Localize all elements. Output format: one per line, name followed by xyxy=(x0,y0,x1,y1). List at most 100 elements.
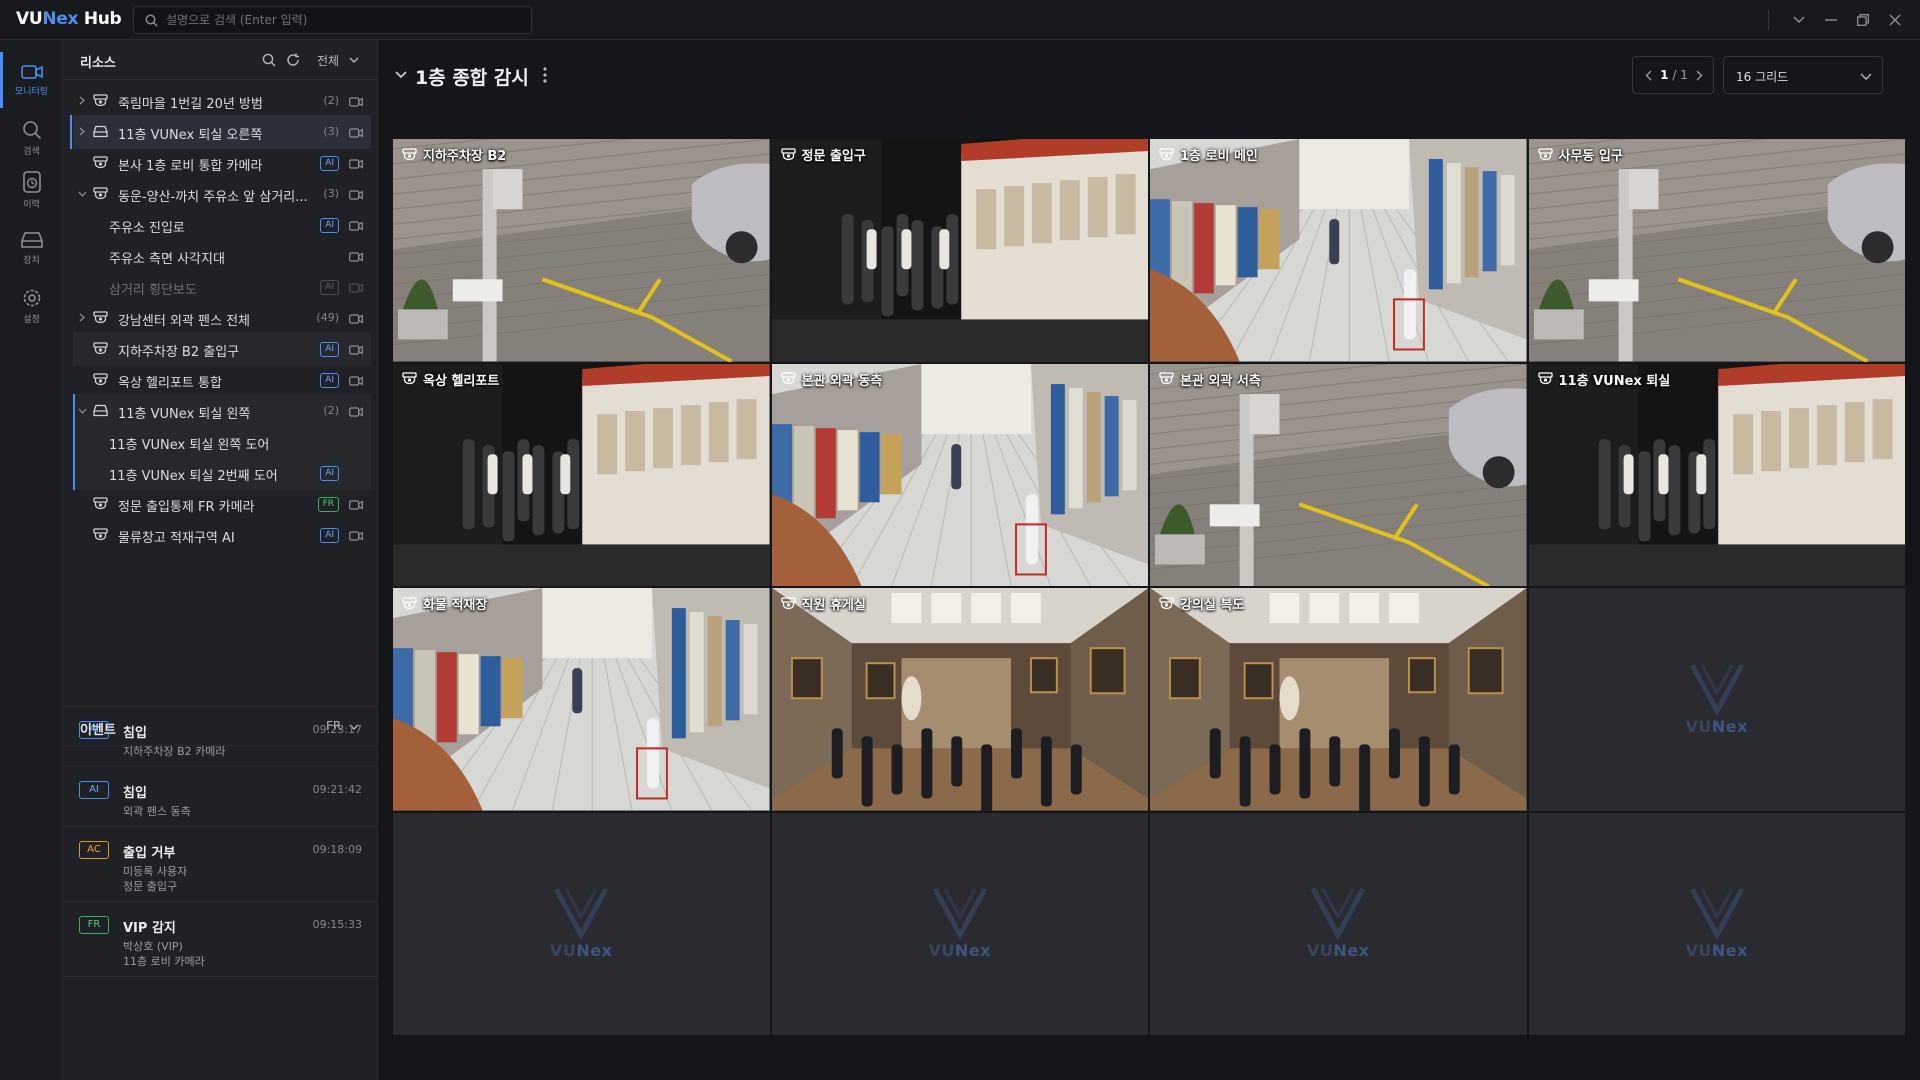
chevron-right-icon[interactable] xyxy=(79,127,85,136)
video-camera-icon[interactable] xyxy=(349,376,363,386)
search-box[interactable] xyxy=(133,6,532,34)
nav-settings[interactable]: 설정 xyxy=(0,278,63,334)
refresh-icon[interactable] xyxy=(286,53,300,67)
nav-device[interactable]: 장치 xyxy=(0,220,63,276)
resource-item[interactable]: 옥상 헬리포트 통합 AI xyxy=(73,363,371,397)
event-item[interactable]: AI 침입 09:21:42 외곽 펜스 동측 xyxy=(63,767,378,827)
camera-tile[interactable]: 본관 외곽 서측 xyxy=(1150,363,1527,586)
chevron-down-icon[interactable] xyxy=(395,71,407,79)
video-camera-icon[interactable] xyxy=(349,345,363,355)
camera-grid: 지하주차장 B2 정문 출입구 1층 로비 메인 사무동 입구 옥상 헬리포트 … xyxy=(393,139,1905,1035)
resource-item[interactable]: 삼거리 횡단보도 AI xyxy=(73,270,371,304)
camera-toggle[interactable] xyxy=(349,158,363,173)
cctv-icon xyxy=(93,373,108,386)
video-camera-icon[interactable] xyxy=(349,283,363,293)
video-camera-icon[interactable] xyxy=(349,500,363,510)
video-camera-icon[interactable] xyxy=(349,221,363,231)
search-icon[interactable] xyxy=(262,53,276,67)
camera-tile[interactable]: 사무동 입구 xyxy=(1528,139,1905,362)
resource-item[interactable]: 11층 VUNex 퇴실 2번째 도어 AI xyxy=(73,456,371,490)
vunex-watermark: VUNex xyxy=(1307,887,1369,960)
close-icon[interactable] xyxy=(1879,0,1911,40)
vunex-logo-icon xyxy=(554,888,609,940)
resource-item-label: 동운-양산-까치 주유소 앞 삼거리... xyxy=(118,190,308,205)
empty-camera-slot[interactable]: VUNex xyxy=(1150,812,1527,1035)
video-camera-icon[interactable] xyxy=(349,314,363,324)
video-camera-icon[interactable] xyxy=(349,190,363,200)
resource-item[interactable]: 11층 VUNex 퇴실 오른쪽 (3) xyxy=(70,115,371,149)
video-camera-icon[interactable] xyxy=(349,97,363,107)
event-item[interactable]: AI 침입 09:23:17 지하주차장 B2 카메라 xyxy=(63,707,378,767)
more-options-icon[interactable] xyxy=(543,67,547,83)
camera-tile[interactable]: 지하주차장 B2 xyxy=(393,139,770,362)
camera-toggle[interactable] xyxy=(349,251,363,266)
resource-item[interactable]: 동운-양산-까치 주유소 앞 삼거리... (3) xyxy=(73,177,371,211)
chevron-right-icon[interactable] xyxy=(79,313,85,322)
nav-search[interactable]: 검색 xyxy=(0,110,63,166)
resource-item[interactable]: 지하주차장 B2 출입구 AI xyxy=(73,332,371,366)
nav-monitoring[interactable]: 모니터링 xyxy=(0,52,63,108)
restore-icon[interactable] xyxy=(1847,0,1879,40)
cctv-icon xyxy=(1537,147,1553,160)
video-camera-icon[interactable] xyxy=(349,159,363,169)
event-title: VIP 감지 xyxy=(123,921,176,936)
camera-toggle[interactable] xyxy=(349,375,363,390)
camera-toggle[interactable] xyxy=(349,344,363,359)
chevron-down-icon[interactable] xyxy=(349,57,359,63)
nav-history[interactable]: 이력 xyxy=(0,162,63,218)
camera-toggle[interactable] xyxy=(349,530,363,545)
camera-tile[interactable]: 화물 적재장 xyxy=(393,588,770,811)
resource-item[interactable]: 물류창고 적재구역 AI AI xyxy=(73,518,371,552)
resource-item-count: (2) xyxy=(323,94,339,107)
resource-item[interactable]: 주유소 진입로 AI xyxy=(73,208,371,242)
resource-item[interactable]: 본사 1층 로비 통합 카메라 AI xyxy=(73,146,371,180)
resource-item-count: (3) xyxy=(323,125,339,138)
video-camera-icon[interactable] xyxy=(349,531,363,541)
resource-item[interactable]: 죽림마을 1번길 20년 방범 (2) xyxy=(73,84,371,118)
video-camera-icon[interactable] xyxy=(349,407,363,417)
video-camera-icon[interactable] xyxy=(349,252,363,262)
grid-layout-select[interactable]: 16 그리드 xyxy=(1723,56,1883,94)
collapse-chevron-icon[interactable] xyxy=(1783,0,1815,40)
camera-tile[interactable]: 본관 외곽 동측 xyxy=(771,363,1148,586)
event-time: 09:23:17 xyxy=(312,723,362,736)
search-input[interactable] xyxy=(166,7,526,33)
camera-tile[interactable]: 11층 VUNex 퇴실 xyxy=(1528,363,1905,586)
video-camera-icon[interactable] xyxy=(349,128,363,138)
resource-item[interactable]: 11층 VUNex 퇴실 왼쪽 (2) xyxy=(73,394,371,428)
resource-item[interactable]: 11층 VUNex 퇴실 왼쪽 도어 xyxy=(73,425,371,459)
empty-camera-slot[interactable]: VUNex xyxy=(1528,812,1905,1035)
resource-item-badge: AI xyxy=(320,156,339,171)
empty-camera-slot[interactable]: VUNex xyxy=(1528,588,1905,811)
camera-toggle[interactable] xyxy=(349,499,363,514)
chevron-right-icon[interactable] xyxy=(79,96,85,105)
resource-filter-label[interactable]: 전체 xyxy=(317,52,339,69)
camera-tile[interactable]: 옥상 헬리포트 xyxy=(393,363,770,586)
camera-tile[interactable]: 직원 휴게실 xyxy=(771,588,1148,811)
chevron-down-icon[interactable] xyxy=(78,191,87,197)
event-item[interactable]: AC 출입 거부 09:18:09 미등록 사용자 정문 출입구 xyxy=(63,827,378,902)
event-item[interactable]: FR VIP 감지 09:15:33 박상호 (VIP) 11층 로비 카메라 xyxy=(63,902,378,977)
cctv-icon xyxy=(1159,147,1174,160)
chevron-down-icon[interactable] xyxy=(78,408,87,414)
resource-item-badge: AI xyxy=(320,373,339,388)
camera-tile[interactable]: 정문 출입구 xyxy=(771,139,1148,362)
resource-item[interactable]: 주유소 측면 사각지대 xyxy=(73,239,371,273)
next-page-icon[interactable] xyxy=(1696,70,1703,81)
camera-toggle[interactable] xyxy=(349,189,363,204)
camera-tile[interactable]: 강의실 복도 xyxy=(1150,588,1527,811)
vunex-watermark: VUNex xyxy=(1686,663,1748,736)
empty-camera-slot[interactable]: VUNex xyxy=(393,812,770,1035)
camera-toggle[interactable] xyxy=(349,313,363,328)
event-detail: 11층 로비 카메라 xyxy=(123,955,205,968)
camera-toggle[interactable] xyxy=(349,96,363,111)
camera-toggle[interactable] xyxy=(349,406,363,421)
camera-tile[interactable]: 1층 로비 메인 xyxy=(1150,139,1527,362)
empty-camera-slot[interactable]: VUNex xyxy=(771,812,1148,1035)
camera-toggle[interactable] xyxy=(349,220,363,235)
camera-toggle[interactable] xyxy=(349,127,363,142)
resource-item[interactable]: 강남센터 외곽 펜스 전체 (49) xyxy=(73,301,371,335)
camera-toggle[interactable] xyxy=(349,282,363,297)
minimize-icon[interactable] xyxy=(1815,0,1847,40)
resource-item[interactable]: 정문 출입통제 FR 카메라 FR xyxy=(73,487,371,521)
